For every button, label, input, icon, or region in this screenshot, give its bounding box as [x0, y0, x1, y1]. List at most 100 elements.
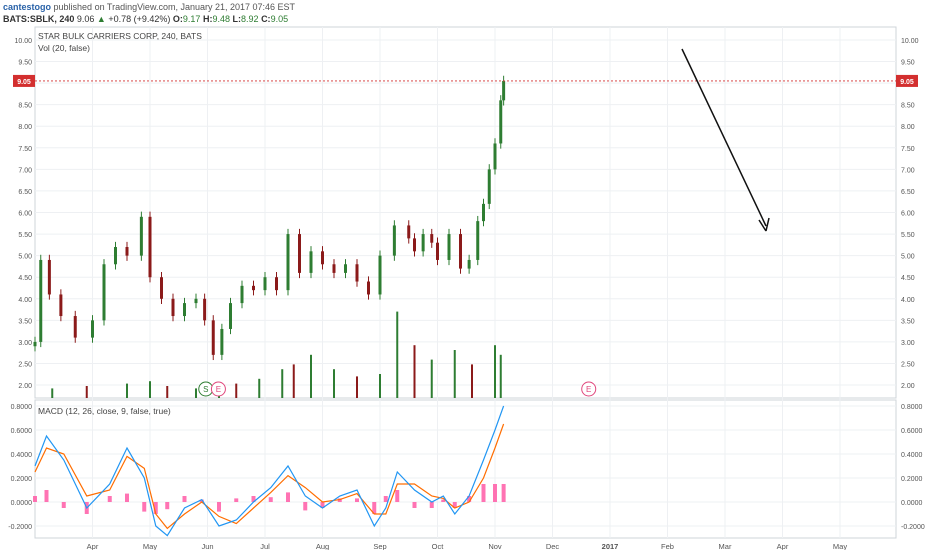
volume-bar: [235, 383, 238, 398]
price-candle: [33, 341, 37, 347]
price-candle: [275, 277, 278, 291]
volume-bar: [430, 359, 433, 398]
volume-bar: [195, 388, 197, 398]
macd-indicator-label: MACD (12, 26, close, 9, false, true): [38, 406, 171, 416]
y-tick-label: 0.4000: [11, 452, 33, 459]
x-tick-label: Dec: [546, 542, 560, 550]
macd-histogram-bar: [125, 493, 129, 502]
close-label: C:: [261, 14, 271, 24]
x-tick-label: Apr: [87, 542, 99, 550]
publish-text: published on TradingView.com, January 21…: [53, 2, 296, 12]
price-candle: [39, 259, 43, 342]
price-candle: [459, 234, 462, 269]
price-candle: [493, 143, 497, 170]
price-candle: [203, 298, 207, 321]
price-candle: [392, 225, 396, 256]
y-tick-label: 7.50: [901, 146, 915, 153]
volume-indicator-label: Vol (20, false): [38, 43, 90, 53]
price-candle: [482, 203, 485, 222]
volume-bar: [471, 364, 473, 398]
y-tick-label: 10.00: [901, 38, 919, 45]
x-tick-label: Feb: [661, 542, 674, 550]
y-tick-label: 3.50: [18, 318, 32, 325]
x-tick-label: Nov: [488, 542, 502, 550]
arrow-head: [758, 217, 770, 232]
y-tick-label: 5.50: [901, 232, 915, 239]
y-tick-label: 2.50: [18, 361, 32, 368]
y-tick-label: 8.50: [18, 103, 32, 110]
price-candle: [194, 298, 198, 304]
price-candle: [220, 328, 224, 355]
y-tick-label: 2.50: [901, 361, 915, 368]
price-candle: [47, 259, 51, 295]
x-tick-label: May: [143, 542, 157, 550]
price-candle: [91, 320, 94, 338]
close-value: 9.05: [270, 14, 289, 24]
volume-bar: [333, 369, 335, 398]
y-tick-label: 3.50: [901, 318, 915, 325]
price-candle: [413, 238, 416, 252]
y-tick-label: 0.6000: [11, 428, 33, 435]
x-tick-label: 2017: [602, 542, 619, 550]
event-marker-letter: S: [203, 385, 208, 394]
y-tick-label: 0.4000: [901, 452, 923, 459]
y-tick-label: 5.00: [901, 254, 915, 261]
volume-bar: [494, 345, 496, 398]
last-price: 9.06: [76, 14, 95, 24]
volume-bar: [292, 364, 295, 398]
price-candle: [421, 234, 425, 252]
price-candle: [344, 264, 347, 273]
macd-histogram-bar: [182, 496, 187, 502]
price-candle: [148, 216, 152, 278]
x-tick-label: Mar: [719, 542, 732, 550]
volume-bar: [356, 376, 358, 398]
price-candle: [229, 303, 232, 329]
y-tick-label: 3.00: [18, 340, 32, 347]
low-value: 8.92: [241, 14, 259, 24]
macd-histogram-bar: [481, 484, 486, 502]
macd-histogram-bar: [286, 492, 290, 502]
price-candle: [102, 264, 106, 321]
y-axis-left: 2.00 2.50 3.00 3.50 4.00 4.50 5.00 5.50 6.00 6.50…: [8, 38, 32, 531]
macd-histogram-bar: [303, 502, 308, 511]
author-link[interactable]: cantestogo: [3, 2, 51, 12]
y-tick-label: 4.50: [18, 275, 32, 282]
x-tick-label: May: [833, 542, 847, 550]
triangle-up-icon: ▲: [96, 14, 106, 24]
price-candle: [139, 216, 143, 256]
macd-histogram-bar: [355, 498, 359, 502]
price-candle: [240, 285, 244, 304]
price-candle: [114, 247, 117, 265]
price-candle: [436, 242, 439, 260]
volume-bar: [281, 369, 284, 398]
macd-histogram-bar: [395, 490, 400, 502]
price-candle: [487, 169, 491, 204]
chart-canvas[interactable]: 2.00 2.50 3.00 3.50 4.00 4.50 5.00 5.50 6.00 6.50…: [0, 25, 932, 550]
macd-histogram-bar: [493, 484, 497, 502]
price-candle: [499, 100, 503, 144]
price-candle: [430, 234, 434, 243]
price-candle: [171, 298, 175, 317]
macd-histogram-bar: [61, 502, 66, 508]
macd-histogram-bar: [412, 502, 417, 508]
macd-line: [34, 405, 505, 537]
y-axis-right: 2.00 2.50 3.00 3.50 4.00 4.50 5.00 5.50 6.00 6.50…: [901, 38, 925, 531]
event-marker-letter: E: [216, 385, 221, 394]
volume-bar: [379, 374, 381, 398]
macd-histogram-bar: [107, 496, 112, 502]
low-label: L:: [232, 14, 242, 24]
y-tick-label: 7.50: [18, 146, 32, 153]
price-candle: [367, 281, 370, 295]
price-candle: [298, 234, 301, 273]
macd-histogram-bar: [501, 484, 506, 502]
price-candle: [73, 316, 77, 338]
y-tick-label: 4.00: [18, 297, 32, 304]
x-tick-label: Jun: [201, 542, 213, 550]
x-tick-label: Sep: [373, 542, 386, 550]
price-candle: [125, 247, 129, 256]
macd-histogram-bar: [142, 502, 147, 512]
price-candle: [407, 225, 411, 239]
volume-bar: [413, 345, 416, 398]
volume-bar: [499, 354, 502, 398]
x-tick-label: Jul: [260, 542, 270, 550]
